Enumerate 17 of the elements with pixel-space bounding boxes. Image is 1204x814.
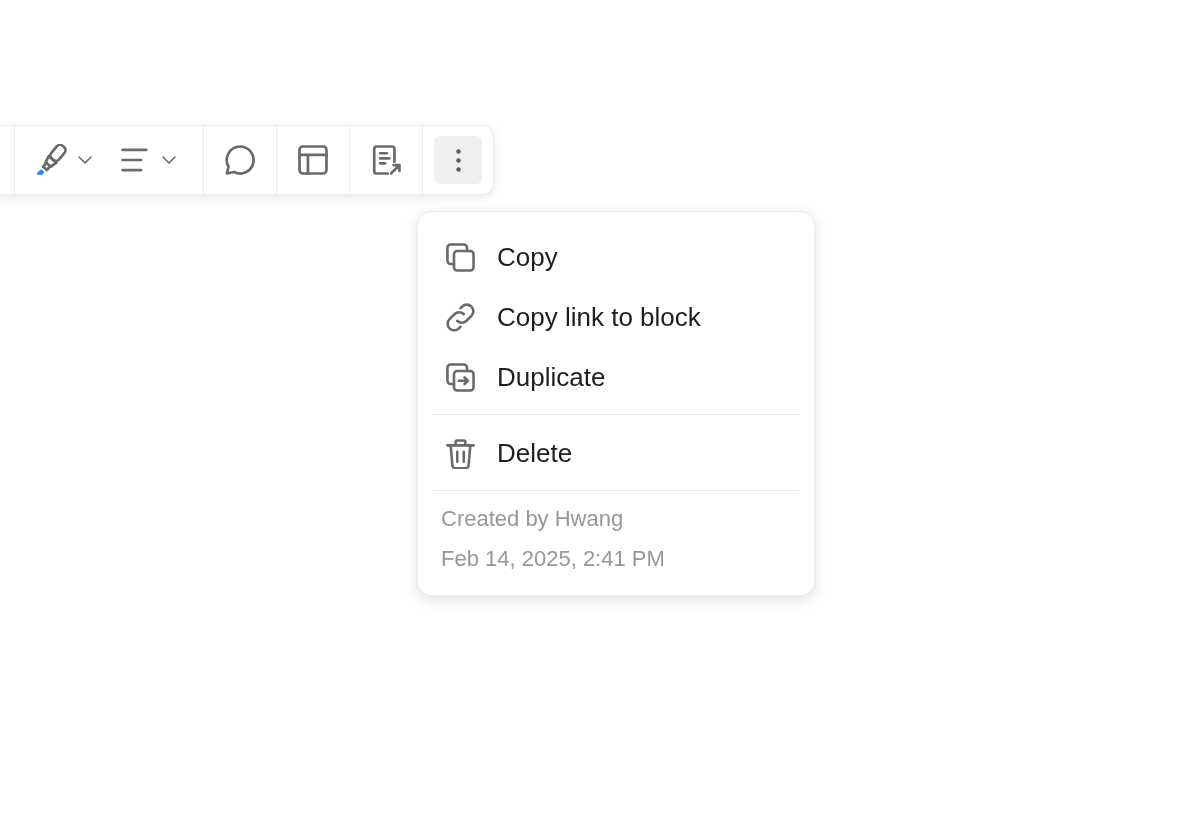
more-icon: [455, 148, 461, 172]
menu-item[interactable]: Copy: [433, 227, 799, 287]
copy-icon: [445, 241, 476, 273]
timestamp-text: Feb 14, 2025, 2:41 PM: [441, 545, 666, 573]
highlighter-icon: [36, 144, 68, 176]
menu-item[interactable]: Delete: [433, 423, 799, 483]
duplicate-icon: [445, 361, 476, 393]
author-text: Created by Hwang: [441, 505, 625, 533]
menu-item[interactable]: Copy link to block: [433, 287, 799, 347]
menu-item[interactable]: Duplicate: [433, 347, 799, 407]
caret-icon: [162, 156, 176, 164]
link-icon: [445, 301, 476, 333]
speech-bubble-icon: [224, 144, 256, 176]
trash-icon: [445, 437, 476, 469]
layout-icon: [297, 144, 329, 176]
caret-icon: [78, 156, 92, 164]
document-arrow-icon: [370, 144, 402, 176]
